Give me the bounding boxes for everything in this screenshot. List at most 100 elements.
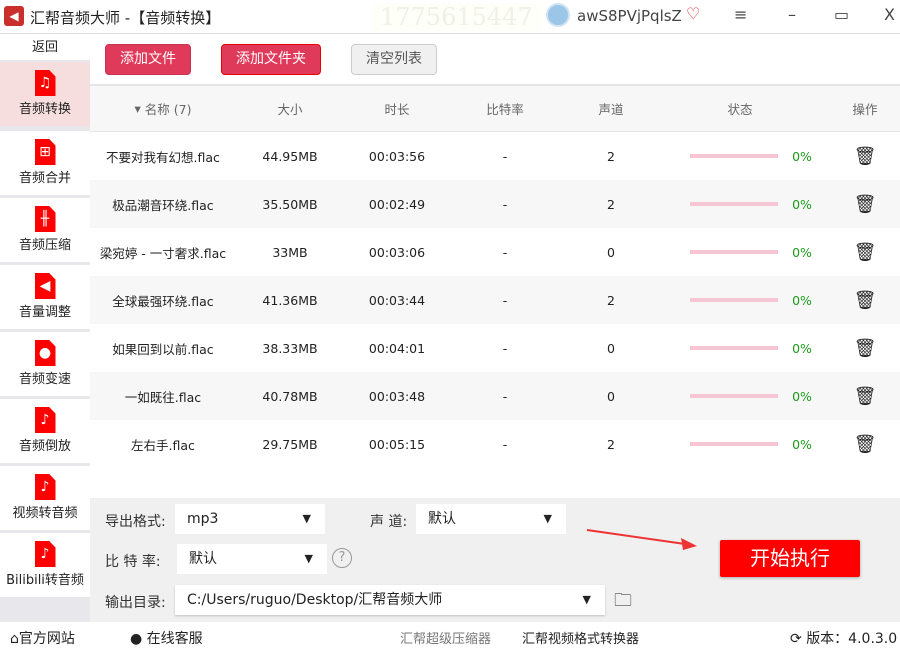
header-size[interactable]: 大小: [240, 86, 340, 131]
back-button[interactable]: 返回: [0, 35, 90, 60]
refresh-icon: ⟳: [790, 631, 802, 647]
close-icon[interactable]: X: [884, 5, 895, 24]
convert-icon: ♫: [34, 70, 56, 96]
add-file-button[interactable]: 添加文件: [105, 44, 191, 75]
format-select[interactable]: mp3 ▼: [175, 504, 325, 534]
table-row[interactable]: 不要对我有幻想.flac 44.95MB 00:03:56 - 2 0% 🗑: [90, 132, 900, 180]
music-note-icon: ♪: [34, 407, 56, 433]
video-converter-link[interactable]: 汇帮视频格式转换器: [522, 628, 639, 647]
progress-text: 0%: [792, 292, 812, 308]
folder-icon[interactable]: 🗀: [614, 588, 632, 618]
home-icon: ⌂: [10, 631, 19, 647]
music-note-icon: ♪: [34, 474, 56, 500]
progress-bar: [690, 442, 778, 446]
chevron-down-icon: ▼: [302, 512, 311, 525]
chevron-down-icon: ▼: [543, 512, 552, 525]
start-button[interactable]: 开始执行: [720, 540, 860, 577]
chevron-down-icon: ▼: [582, 593, 591, 606]
file-name: 不要对我有幻想.flac: [106, 149, 220, 165]
header-name[interactable]: ▾ 名称 (7): [90, 86, 236, 131]
username[interactable]: awS8PVjPqlsZ: [577, 7, 682, 25]
file-duration: 00:03:48: [368, 388, 426, 404]
file-bitrate: -: [502, 388, 508, 404]
website-link[interactable]: ⌂官方网站: [10, 628, 75, 648]
file-size: 35.50MB: [262, 196, 318, 212]
file-name: 梁宛婷 - 一寸奢求.flac: [99, 245, 227, 261]
channel-select[interactable]: 默认 ▼: [416, 504, 566, 534]
trash-icon[interactable]: 🗑: [845, 276, 885, 324]
maximize-icon[interactable]: ▭: [834, 5, 849, 24]
trash-icon[interactable]: 🗑: [845, 228, 885, 276]
table-row[interactable]: 全球最强环绕.flac 41.36MB 00:03:44 - 2 0% 🗑: [90, 276, 900, 324]
file-name: 如果回到以前.flac: [112, 341, 214, 357]
menu-icon[interactable]: ≡: [734, 5, 747, 24]
merge-icon: ⊞: [34, 139, 56, 165]
file-size: 29.75MB: [262, 436, 318, 452]
trash-icon[interactable]: 🗑: [845, 180, 885, 228]
table-row[interactable]: 极品潮音环绕.flac 35.50MB 00:02:49 - 2 0% 🗑: [90, 180, 900, 228]
file-size: 33MB: [272, 244, 308, 260]
sidebar-item-video-to-audio[interactable]: ♪ 视频转音频: [0, 466, 90, 530]
file-name: 一如既往.flac: [124, 389, 202, 405]
file-channel: 0: [607, 340, 615, 356]
header-channel[interactable]: 声道: [561, 86, 661, 131]
header-status: 状态: [727, 102, 753, 117]
sidebar-item-audio-compress[interactable]: ╫ 音频压缩: [0, 198, 90, 262]
trash-icon[interactable]: 🗑: [845, 324, 885, 372]
user-icon: ●: [130, 631, 143, 647]
header-ops: 操作: [852, 102, 878, 117]
app-title: 汇帮音频大师 -【音频转换】: [30, 9, 221, 27]
file-size: 40.78MB: [262, 388, 318, 404]
sidebar-item-speed[interactable]: ● 音频变速: [0, 332, 90, 396]
sidebar-item-volume[interactable]: ◀ 音量调整: [0, 265, 90, 329]
progress-text: 0%: [792, 388, 812, 404]
arrow-pointer: [586, 529, 697, 550]
file-bitrate: -: [502, 196, 508, 212]
table-row[interactable]: 左右手.flac 29.75MB 00:05:15 - 2 0% 🗑: [90, 420, 900, 468]
chevron-down-icon: ▼: [304, 552, 313, 565]
table-row[interactable]: 一如既往.flac 40.78MB 00:03:48 - 0 0% 🗑: [90, 372, 900, 420]
help-icon[interactable]: ?: [332, 548, 352, 568]
table-row[interactable]: 如果回到以前.flac 38.33MB 00:04:01 - 0 0% 🗑: [90, 324, 900, 372]
main-panel: 添加文件 添加文件夹 清空列表 ▾ 名称 (7) 大小 时长 比特率 声道 状态…: [90, 35, 900, 622]
bitrate-select[interactable]: 默认 ▼: [177, 544, 327, 574]
format-label: 导出格式:: [105, 514, 166, 530]
header-bitrate[interactable]: 比特率: [455, 86, 555, 131]
sidebar-item-bilibili[interactable]: ♪ Bilibili转音频: [0, 533, 90, 597]
file-bitrate: -: [502, 148, 508, 164]
trash-icon[interactable]: 🗑: [845, 420, 885, 468]
music-note-icon: ♪: [34, 541, 56, 567]
support-link[interactable]: ● 在线客服: [130, 628, 203, 648]
settings-panel: 导出格式: mp3 ▼ 声 道: 默认 ▼ 比 特 率: 默认 ▼ ? 开始执行 输出…: [90, 498, 900, 622]
header-duration[interactable]: 时长: [347, 86, 447, 131]
output-label: 输出目录:: [105, 595, 166, 611]
channel-label: 声 道:: [370, 514, 408, 530]
compressor-link[interactable]: 汇帮超级压缩器: [400, 628, 491, 647]
file-size: 41.36MB: [262, 292, 318, 308]
sidebar-item-audio-convert[interactable]: ♫ 音频转换: [0, 62, 90, 126]
add-folder-button[interactable]: 添加文件夹: [221, 44, 321, 75]
file-duration: 00:04:01: [368, 340, 426, 356]
version[interactable]: ⟳ 版本：4.0.3.0: [790, 628, 897, 648]
sidebar-item-audio-merge[interactable]: ⊞ 音频合并: [0, 131, 90, 195]
file-duration: 00:03:56: [368, 148, 426, 164]
progress-text: 0%: [792, 340, 812, 356]
trash-icon[interactable]: 🗑: [845, 372, 885, 420]
progress-text: 0%: [792, 196, 812, 212]
table-row[interactable]: 梁宛婷 - 一寸奢求.flac 33MB 00:03:06 - 0 0% 🗑: [90, 228, 900, 276]
progress-bar: [690, 154, 778, 158]
avatar[interactable]: [546, 3, 570, 27]
sidebar-item-reverse[interactable]: ♪ 音频倒放: [0, 399, 90, 463]
microphone-icon: ●: [34, 340, 56, 366]
trash-icon[interactable]: 🗑: [845, 132, 885, 180]
file-channel: 2: [607, 436, 615, 452]
compress-icon: ╫: [34, 206, 56, 232]
minimize-icon[interactable]: –: [788, 5, 796, 24]
speaker-icon: ◀: [34, 273, 56, 299]
file-channel: 0: [607, 244, 615, 260]
file-duration: 00:03:06: [368, 244, 426, 260]
output-dir-select[interactable]: C:/Users/ruguo/Desktop/汇帮音频大师 ▼: [175, 585, 605, 615]
vip-icon[interactable]: ♡: [686, 4, 700, 23]
clear-list-button[interactable]: 清空列表: [351, 44, 437, 75]
file-bitrate: -: [502, 340, 508, 356]
